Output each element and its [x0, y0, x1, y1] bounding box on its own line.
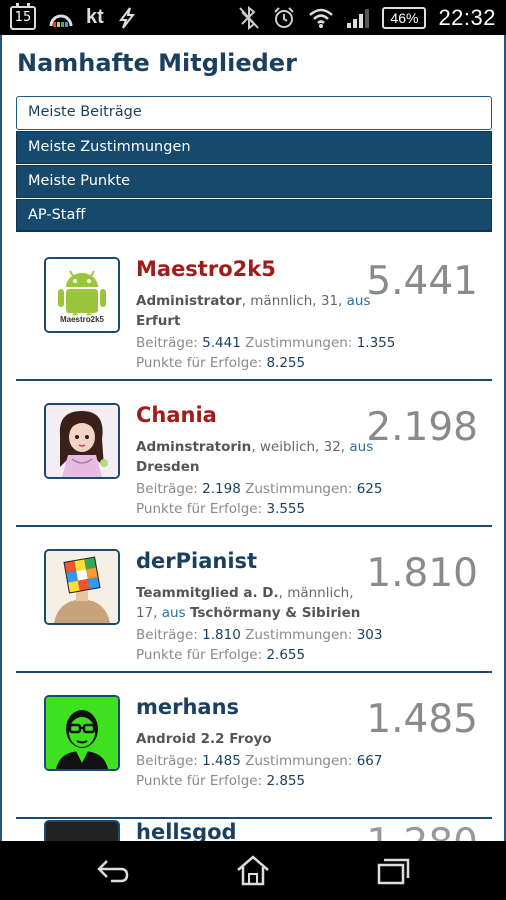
member-aus: aus [161, 605, 186, 621]
page-content: Namhafte Mitglieder Meiste Beiträge Meis… [0, 35, 506, 841]
member-details: , männlich, 31, [241, 293, 347, 309]
page-title: Namhafte Mitglieder [17, 49, 297, 77]
member-post-count: 5.441 [366, 259, 478, 304]
calendar-icon: 15 [10, 2, 36, 30]
alarm-icon [274, 6, 295, 28]
carrier-label: kt [86, 6, 104, 28]
beitraege-label: Beiträge: [136, 481, 198, 497]
avatar[interactable] [44, 695, 120, 771]
beitraege-label: Beiträge: [136, 627, 198, 643]
punkte-label: Punkte für Erfolge: [136, 355, 263, 371]
member-post-count: 1.280 [366, 821, 478, 841]
member-name[interactable]: derPianist [136, 549, 257, 573]
member-stats-line1: Beiträge: 2.198 Zustimmungen: 625 [136, 479, 382, 499]
member-details: , weiblich, 32, [251, 439, 350, 455]
zustimmungen-value: 1.355 [356, 335, 396, 351]
zustimmungen-label: Zustimmungen: [245, 627, 353, 643]
member-stats-line1: Beiträge: 1.810 Zustimmungen: 303 [136, 625, 382, 645]
tab-meiste-beitraege[interactable]: Meiste Beiträge [16, 96, 492, 130]
zustimmungen-label: Zustimmungen: [245, 481, 353, 497]
member-post-count: 1.485 [366, 697, 478, 742]
member-role: Administrator [136, 293, 242, 309]
beitraege-value: 1.810 [202, 627, 241, 643]
member-stats-line2: Punkte für Erfolge: 8.255 [136, 353, 305, 373]
member-name[interactable]: Maestro2k5 [136, 257, 276, 281]
list-item: Chania 2.198 Adminstratorin, weiblich, 3… [16, 381, 492, 527]
rainbow-app-icon [49, 14, 73, 27]
member-stats-line2: Punkte für Erfolge: 3.555 [136, 499, 305, 519]
member-aus: aus [346, 293, 371, 309]
member-location: Erfurt [136, 313, 181, 329]
avatar[interactable] [44, 403, 120, 479]
bluetooth-off-icon [239, 5, 260, 30]
zustimmungen-label: Zustimmungen: [245, 335, 353, 351]
list-item: Maestro2k5 Maestro2k5 5.441 Administrato… [16, 235, 492, 381]
status-bar: 15 kt 46% 22:32 [0, 0, 506, 35]
list-item: derPianist 1.810 Teammitglied a. D., män… [16, 527, 492, 673]
punkte-label: Punkte für Erfolge: [136, 501, 263, 517]
member-location: Dresden [136, 459, 200, 475]
recent-apps-icon[interactable] [373, 853, 413, 887]
punkte-value: 2.855 [266, 773, 306, 789]
member-name[interactable]: merhans [136, 695, 239, 719]
beitraege-label: Beiträge: [136, 753, 198, 769]
zustimmungen-value: 667 [356, 753, 383, 769]
navigation-bar [0, 841, 506, 900]
wifi-icon [309, 8, 334, 28]
list-item: hellsgod 1.280 [16, 805, 492, 841]
member-post-count: 2.198 [366, 405, 478, 450]
zustimmungen-label: Zustimmungen: [245, 753, 353, 769]
back-icon[interactable] [93, 853, 133, 887]
punkte-value: 3.555 [266, 501, 306, 517]
member-aus: aus [349, 439, 374, 455]
member-info: Administrator, männlich, 31, aus Erfurt [136, 291, 376, 331]
member-info: Android 2.2 Froyo [136, 729, 376, 749]
member-list: Maestro2k5 Maestro2k5 5.441 Administrato… [16, 235, 492, 819]
member-role: Adminstratorin [136, 439, 252, 455]
zustimmungen-value: 303 [356, 627, 383, 643]
member-role: Teammitglied a. D. [136, 585, 279, 601]
beitraege-label: Beiträge: [136, 335, 198, 351]
beitraege-value: 1.485 [202, 753, 241, 769]
punkte-label: Punkte für Erfolge: [136, 647, 263, 663]
member-stats-line2: Punkte für Erfolge: 2.855 [136, 771, 305, 791]
member-stats-line1: Beiträge: 1.485 Zustimmungen: 667 [136, 751, 382, 771]
tab-meiste-punkte[interactable]: Meiste Punkte [16, 165, 492, 198]
punkte-value: 2.655 [266, 647, 306, 663]
beitraege-value: 2.198 [202, 481, 241, 497]
member-role: Android 2.2 Froyo [136, 731, 272, 747]
avatar[interactable]: Maestro2k5 [44, 257, 120, 333]
member-info: Adminstratorin, weiblich, 32, aus Dresde… [136, 437, 376, 477]
member-name[interactable]: hellsgod [136, 820, 237, 841]
avatar[interactable] [44, 820, 120, 841]
beitraege-value: 5.441 [202, 335, 241, 351]
member-stats-line2: Punkte für Erfolge: 2.655 [136, 645, 305, 665]
member-post-count: 1.810 [366, 551, 478, 596]
battery-icon: 46% [382, 6, 427, 29]
tab-meiste-zustimmungen[interactable]: Meiste Zustimmungen [16, 131, 492, 164]
member-name[interactable]: Chania [136, 403, 217, 427]
home-icon[interactable] [233, 853, 273, 887]
member-info: Teammitglied a. D., männlich, 17, aus Ts… [136, 583, 376, 623]
signal-icon [347, 8, 370, 28]
punkte-value: 8.255 [266, 355, 306, 371]
tab-ap-staff[interactable]: AP-Staff [16, 199, 492, 232]
tab-list: Meiste Beiträge Meiste Zustimmungen Meis… [16, 96, 492, 233]
member-location: Tschörmany & Sibirien [189, 605, 361, 621]
member-stats-line1: Beiträge: 5.441 Zustimmungen: 1.355 [136, 333, 395, 353]
punkte-label: Punkte für Erfolge: [136, 773, 263, 789]
avatar[interactable] [44, 549, 120, 625]
list-item: merhans 1.485 Android 2.2 Froyo Beiträge… [16, 673, 492, 819]
clock: 22:32 [438, 4, 496, 30]
avatar-logo-text: Maestro2k5 [60, 315, 105, 324]
zustimmungen-value: 625 [356, 481, 383, 497]
bolt-icon [118, 6, 135, 29]
